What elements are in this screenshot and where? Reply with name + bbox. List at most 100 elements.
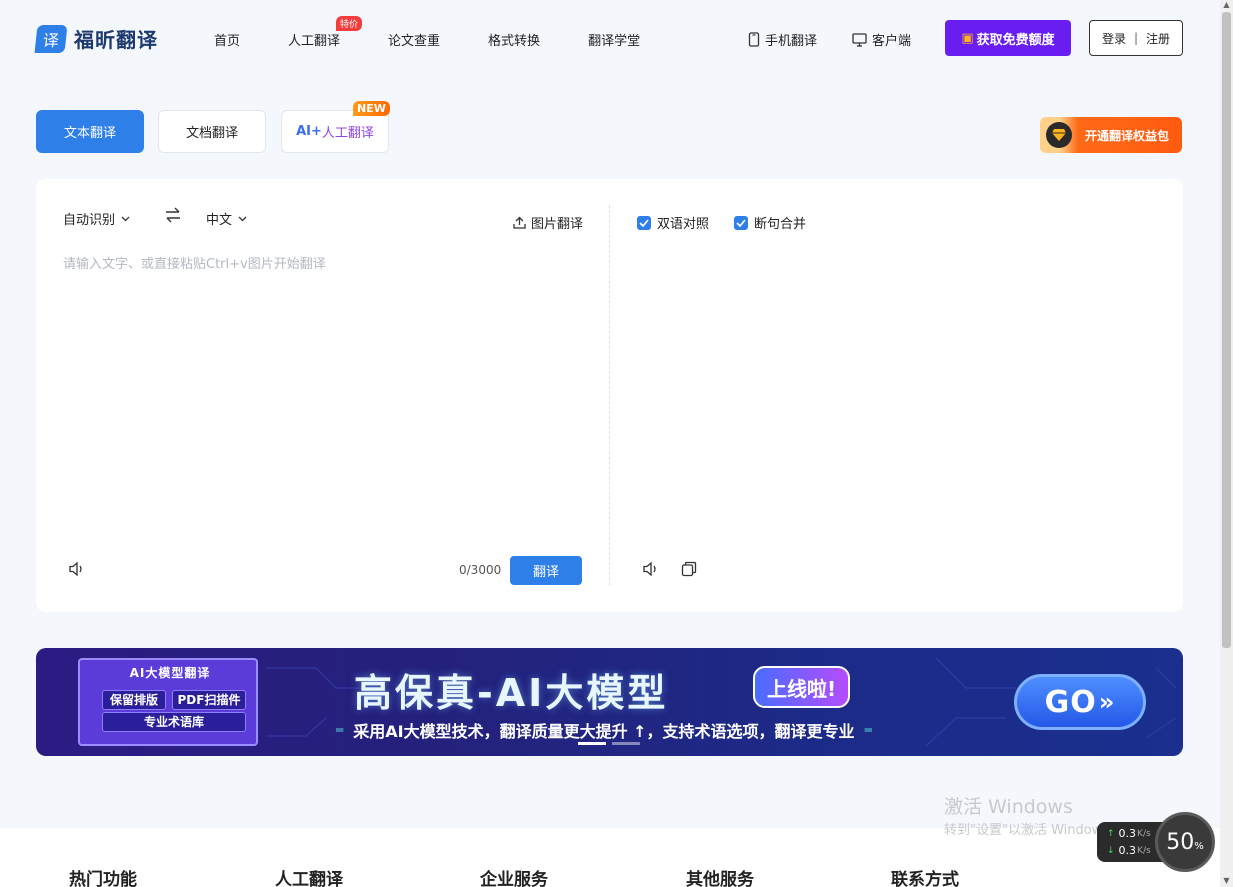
char-counter: 0/3000 (459, 563, 502, 577)
diamond-icon (1046, 122, 1072, 148)
upload-speed-value: 0.3 (1118, 827, 1137, 840)
dash-decoration: ═ (336, 723, 344, 737)
monitor-icon (852, 32, 867, 47)
gift-icon: ▣ (961, 30, 974, 46)
gauge-percent-sign: % (1194, 840, 1204, 852)
client-label: 客户端 (872, 34, 912, 49)
page-scrollbar[interactable]: ▲ ▼ (1220, 0, 1233, 887)
checkbox-checked-icon (637, 215, 651, 230)
scroll-up-icon[interactable]: ▲ (1222, 0, 1231, 9)
bilingual-checkbox[interactable]: 双语对照 (637, 213, 709, 232)
benefit-label: 开通翻译权益包 (1085, 128, 1170, 143)
copy-icon (681, 561, 697, 577)
speaker-icon (69, 561, 82, 577)
nav-translation-academy[interactable]: 翻译学堂 (588, 30, 640, 49)
tab-ai-suffix: 人工翻译 (321, 126, 374, 141)
scroll-thumb[interactable] (1222, 12, 1231, 648)
login-register-box: 登录 | 注册 (1089, 20, 1183, 56)
banner-subtitle: ═ 采用AI大模型技术，翻译质量更大提升 ↑，支持术语选项，翻译更专业 ═ (326, 718, 882, 742)
footer-col-contact: 联系方式 (891, 870, 959, 887)
main-nav: 首页 人工翻译 特价 论文查重 格式转换 翻译学堂 (214, 16, 688, 49)
double-chevron-right-icon: » (1098, 688, 1116, 716)
source-language-select[interactable]: 自动识别 (63, 209, 130, 228)
top-header: 译 福昕翻译 首页 人工翻译 特价 论文查重 格式转换 翻译学堂 手机翻译 客户… (0, 0, 1220, 78)
translate-button[interactable]: 翻译 (510, 556, 582, 585)
chevron-down-icon (238, 216, 247, 221)
swap-icon (166, 207, 180, 223)
tab-document-translation[interactable]: 文档翻译 (158, 110, 266, 153)
speaker-icon (643, 561, 656, 577)
source-text-input[interactable] (63, 253, 583, 533)
carousel-dot-2[interactable] (612, 742, 640, 745)
memory-gauge[interactable]: 50% (1155, 812, 1215, 872)
download-speed-unit: K/s (1137, 845, 1151, 856)
nav-human-translation-label: 人工翻译 (288, 34, 341, 49)
swap-languages-button[interactable] (164, 207, 182, 227)
copy-button[interactable] (681, 561, 697, 581)
feature-box-title: AI大模型翻译 (129, 666, 211, 680)
banner-online-tag: 上线啦! (753, 666, 851, 708)
banner-go-button[interactable]: GO » (1014, 674, 1146, 730)
feature-box: AI大模型翻译 保留排版 PDF扫描件 专业术语库 (78, 658, 258, 746)
image-translate-button[interactable]: 图片翻译 (513, 213, 583, 232)
checkbox-checked-icon (734, 215, 748, 230)
client-link[interactable]: 客户端 (852, 30, 911, 49)
footer-col-other-services: 其他服务 (686, 870, 754, 887)
open-benefit-pack-button[interactable]: 开通翻译权益包 (1040, 117, 1182, 153)
down-arrow-icon: ↓ (1107, 845, 1115, 856)
up-arrow-icon: ↑ (1107, 828, 1115, 839)
phone-icon (748, 32, 760, 47)
merge-sentences-checkbox[interactable]: 断句合并 (734, 213, 806, 232)
gauge-percent: 50 (1166, 829, 1195, 855)
mobile-translate-label: 手机翻译 (765, 34, 818, 49)
source-language-value: 自动识别 (63, 213, 116, 228)
chevron-down-icon (121, 216, 130, 221)
upload-speed: ↑ 0.3 K/s (1107, 827, 1151, 840)
get-free-quota-button[interactable]: ▣ 获取免费额度 (945, 20, 1071, 56)
login-separator: | (1133, 31, 1139, 45)
banner-go-label: GO (1044, 684, 1097, 720)
source-speak-button[interactable] (68, 561, 86, 581)
nav-format-convert[interactable]: 格式转换 (488, 30, 540, 49)
carousel-dot-1[interactable] (578, 742, 606, 745)
download-speed-value: 0.3 (1118, 844, 1137, 857)
translator-card: 自动识别 中文 图片翻译 0/3000 翻译 双语对照 断句合并 (36, 179, 1183, 612)
windows-activation-title: 激活 Windows (944, 796, 1073, 818)
panel-divider (609, 205, 610, 585)
merge-sentences-label: 断句合并 (754, 217, 807, 232)
nav-home[interactable]: 首页 (214, 30, 240, 49)
upload-speed-unit: K/s (1137, 828, 1151, 839)
windows-activation-hint: 转到"设置"以激活 Windows。 (944, 823, 1123, 838)
scroll-down-icon[interactable]: ▼ (1222, 876, 1231, 885)
download-speed: ↓ 0.3 K/s (1107, 844, 1151, 857)
login-button[interactable]: 登录 (1102, 30, 1126, 47)
net-speed-widget[interactable]: ↑ 0.3 K/s ↓ 0.3 K/s (1097, 822, 1163, 862)
carousel-dots (578, 742, 646, 745)
get-free-quota-label: 获取免费额度 (976, 32, 1055, 48)
new-badge: NEW (353, 101, 390, 116)
tab-ai-human-translation[interactable]: AI+ 人工翻译 NEW (281, 101, 390, 153)
special-price-badge: 特价 (336, 16, 363, 31)
register-button[interactable]: 注册 (1146, 30, 1170, 47)
mobile-translate-link[interactable]: 手机翻译 (748, 30, 817, 49)
dash-decoration: ═ (864, 723, 872, 737)
footer-col-human-translation: 人工翻译 (275, 870, 343, 887)
tab-text-translation[interactable]: 文本翻译 (36, 110, 144, 153)
tab-ai-prefix: AI+ (296, 124, 322, 139)
upload-icon (513, 216, 526, 229)
feature-pill-layout: 保留排版 (102, 690, 166, 710)
nav-human-translation[interactable]: 人工翻译 特价 (288, 16, 363, 49)
footer-col-enterprise: 企业服务 (480, 870, 548, 887)
bilingual-label: 双语对照 (657, 217, 710, 232)
banner-title: 高保真-AI大模型 (354, 671, 669, 715)
footer-col-hot-features: 热门功能 (69, 870, 137, 887)
nav-plagiarism-check[interactable]: 论文查重 (388, 30, 440, 49)
banner-subtitle-text: 采用AI大模型技术，翻译质量更大提升 ↑，支持术语选项，翻译更专业 (353, 722, 855, 741)
target-speak-button[interactable] (642, 561, 660, 581)
logo-text: 福昕翻译 (74, 28, 158, 52)
feature-pill-pdf: PDF扫描件 (172, 690, 246, 710)
logo-icon: 译 (34, 24, 68, 53)
target-language-select[interactable]: 中文 (206, 209, 247, 228)
logo[interactable]: 译 福昕翻译 (34, 24, 158, 53)
ai-model-banner[interactable]: AI大模型翻译 保留排版 PDF扫描件 专业术语库 高保真-AI大模型 上线啦!… (36, 648, 1183, 756)
